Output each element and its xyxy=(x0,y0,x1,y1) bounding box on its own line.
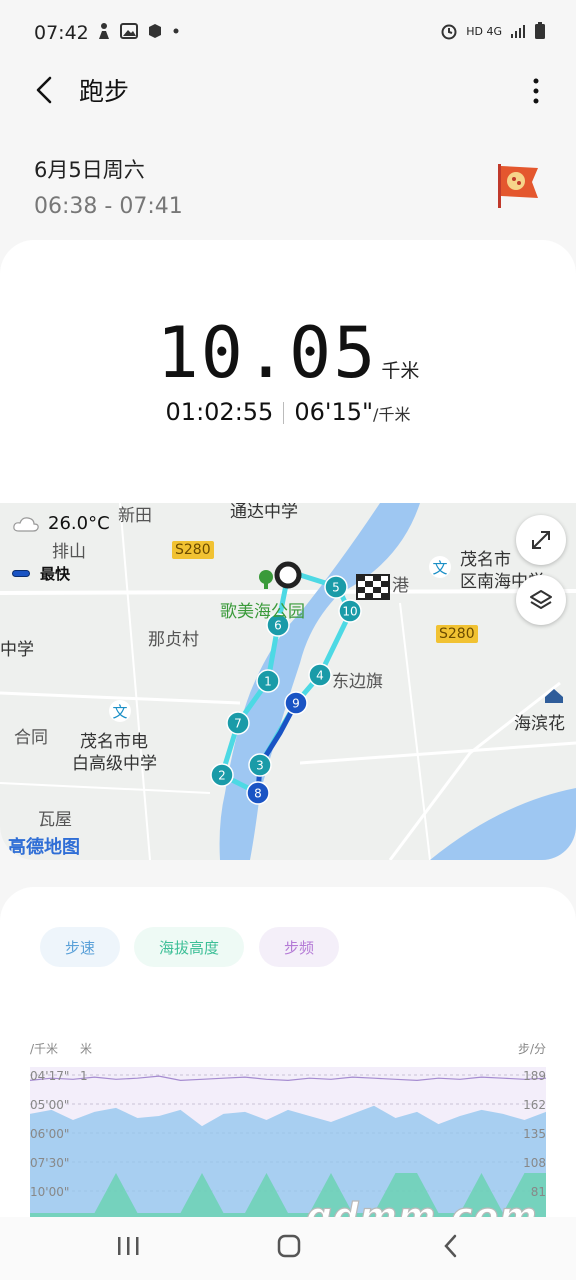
road-sign-s280: S280 xyxy=(172,541,214,559)
km-marker-2: 2 xyxy=(210,763,234,787)
km-marker-10: 10 xyxy=(338,599,362,623)
altitude-axis-unit: 米 xyxy=(80,1042,93,1056)
fastest-legend-swatch xyxy=(12,570,30,577)
system-nav-bar xyxy=(0,1217,576,1280)
altitude-tick: 1 xyxy=(80,1069,88,1083)
chart-card: 步速 海拔高度 步频 /千米 米 步/分 04'17" 1 05'00" 06'… xyxy=(0,887,576,1217)
stats-row: 01:02:55 06'15"/千米 xyxy=(0,398,576,426)
gallery-icon xyxy=(120,23,138,39)
cadence-tick: 189 xyxy=(523,1069,546,1083)
recent-apps-icon[interactable] xyxy=(116,1231,140,1261)
home-button-icon[interactable] xyxy=(276,1231,302,1261)
road-sign-s280: S280 xyxy=(436,625,478,643)
cadence-tick: 162 xyxy=(523,1098,546,1112)
km-marker-4: 4 xyxy=(308,663,332,687)
km-marker-1: 1 xyxy=(256,669,280,693)
map-label-wawu: 瓦屋 xyxy=(38,810,72,830)
map-label-dongbianqi: 东边旗 xyxy=(332,672,383,692)
back-arrow-icon[interactable] xyxy=(30,72,60,108)
app-bar: 跑步 xyxy=(0,66,576,114)
network-label: HD 4G xyxy=(466,24,502,38)
svg-text:5: 5 xyxy=(332,581,340,595)
tab-altitude[interactable]: 海拔高度 xyxy=(134,927,244,967)
distance-unit: 千米 xyxy=(381,360,420,382)
stats-divider xyxy=(283,402,285,424)
pace-tick: 06'00" xyxy=(30,1127,70,1141)
expand-map-button[interactable] xyxy=(516,515,566,565)
svg-text:3: 3 xyxy=(256,759,264,773)
map-label-nazhen: 那贞村 xyxy=(148,630,199,650)
system-icons: HD 4G xyxy=(440,22,546,40)
summary-card: 10.05 千米 01:02:55 06'15"/千米 文 文 1 2 3 4 … xyxy=(0,240,576,860)
alarm-icon xyxy=(441,24,457,40)
walking-icon xyxy=(99,23,109,39)
svg-text:10: 10 xyxy=(342,605,357,619)
map-attribution: 高德地图 xyxy=(8,837,80,858)
workout-time-range: 06:38 - 07:41 xyxy=(34,194,183,219)
svg-text:7: 7 xyxy=(234,717,242,731)
map-label-tongda: 通达中学 xyxy=(230,503,298,522)
km-marker-8: 8 xyxy=(246,781,270,805)
map-label-zhongxue: 中学 xyxy=(0,640,34,660)
layers-icon xyxy=(530,590,552,609)
route-map[interactable]: 文 文 1 2 3 4 5 6 7 8 9 10 26.0°C 最快 新田 排山 通达中学 S28… xyxy=(0,503,576,860)
temperature: 26.0°C xyxy=(48,513,110,534)
fastest-legend-label: 最快 xyxy=(40,565,71,583)
svg-text:9: 9 xyxy=(292,697,300,711)
svg-text:1: 1 xyxy=(264,675,272,689)
km-marker-9: 9 xyxy=(284,691,308,715)
svg-text:4: 4 xyxy=(316,669,324,683)
app-icon xyxy=(149,24,161,38)
pace-tick: 07'30" xyxy=(30,1156,70,1170)
pace-tick: 05'00" xyxy=(30,1098,70,1112)
map-label-haibin: 海滨花 xyxy=(514,714,565,734)
map-label-school-2: 白高级中学 xyxy=(72,754,157,774)
map-layers-button[interactable] xyxy=(516,575,566,625)
map-label-paishan: 排山 xyxy=(52,542,86,562)
chart-plot xyxy=(29,1067,547,1217)
nav-back-icon[interactable] xyxy=(440,1231,462,1261)
km-marker-3: 3 xyxy=(248,753,272,777)
page-title: 跑步 xyxy=(79,77,130,106)
more-options-icon[interactable] xyxy=(530,76,542,106)
battery-icon xyxy=(535,22,545,39)
notification-icons xyxy=(96,22,180,40)
workout-chart xyxy=(29,1067,547,1217)
pace-axis-unit: /千米 xyxy=(30,1042,59,1056)
map-label-gemei-park: 歌美海公园 xyxy=(220,602,305,622)
tab-pace[interactable]: 步速 xyxy=(40,927,120,967)
distance-block: 10.05 千米 xyxy=(0,312,576,394)
svg-text:2: 2 xyxy=(218,769,226,783)
pace-unit: /千米 xyxy=(373,405,411,424)
pace-value: 06'15" xyxy=(294,398,374,426)
cloud-icon xyxy=(13,516,39,532)
map-label-gang: 港 xyxy=(392,576,409,596)
pace-tick: 10'00" xyxy=(30,1185,70,1199)
workout-date-block: 6月5日周六 06:38 - 07:41 xyxy=(34,154,183,219)
distance-value: 10.05 xyxy=(156,312,378,394)
route-flag-icon[interactable] xyxy=(494,160,542,210)
svg-text:8: 8 xyxy=(254,787,262,801)
cadence-axis-unit: 步/分 xyxy=(517,1042,546,1056)
map-label-xintian: 新田 xyxy=(118,506,152,526)
map-label-hetong: 合同 xyxy=(14,728,48,748)
cadence-tick: 135 xyxy=(523,1127,546,1141)
more-notifications-dot xyxy=(173,28,179,34)
km-marker-7: 7 xyxy=(226,711,250,735)
status-time: 07:42 xyxy=(34,22,89,44)
map-legend: 最快 xyxy=(12,563,70,584)
pace-tick: 04'17" xyxy=(30,1069,70,1083)
expand-icon xyxy=(532,531,550,549)
signal-icon xyxy=(511,25,525,38)
cadence-tick: 108 xyxy=(523,1156,546,1170)
status-bar: 07:42 HD 4G xyxy=(0,0,576,66)
duration-value: 01:02:55 xyxy=(165,398,274,426)
tab-cadence[interactable]: 步频 xyxy=(259,927,339,967)
weather-block: 26.0°C xyxy=(12,513,110,534)
km-marker-5: 5 xyxy=(324,575,348,599)
workout-date: 6月5日周六 xyxy=(34,158,145,182)
